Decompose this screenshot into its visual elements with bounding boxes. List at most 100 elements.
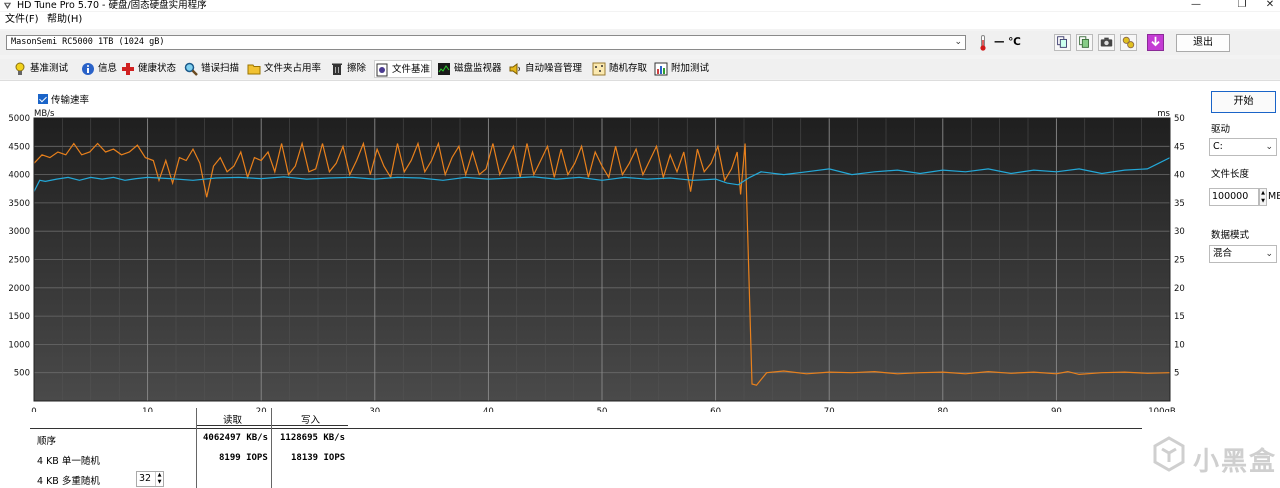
speaker-icon xyxy=(509,63,520,75)
tab-label: 附加测试 xyxy=(671,63,710,74)
y2-tick-label: 25 xyxy=(1174,256,1185,266)
tab-label: 擦除 xyxy=(347,63,367,74)
transfer-rate-label: 传输速率 xyxy=(51,95,90,106)
tab-trash[interactable]: 擦除 xyxy=(330,60,370,78)
tab-label: 文件基准 xyxy=(392,64,431,75)
tab-random-access[interactable]: 随机存取 xyxy=(592,60,650,78)
queue-depth-stepper[interactable]: 32 ▲ ▼ xyxy=(136,471,164,487)
data-mode-dropdown[interactable]: 混合 ⌄ xyxy=(1209,245,1277,263)
tab-speaker[interactable]: 自动噪音管理 xyxy=(508,60,588,78)
tab-monitor[interactable]: 磁盘监视器 xyxy=(437,60,503,78)
transfer-rate-checkbox[interactable] xyxy=(38,94,48,104)
y2-tick-label: 5 xyxy=(1174,369,1179,379)
4kb-single-read-value: 8199 IOPS xyxy=(219,453,268,463)
extra-tests-icon xyxy=(654,62,668,76)
tab-extra-tests[interactable]: 附加测试 xyxy=(654,60,714,78)
tab-label: 健康状态 xyxy=(138,63,177,74)
tab-label: 自动噪音管理 xyxy=(525,63,583,74)
title-bar: HD Tune Pro 5.70 - 硬盘/固态硬盘实用程序 — ❐ ✕ xyxy=(0,0,1280,11)
screenshot-camera-icon[interactable] xyxy=(1098,34,1115,51)
y2-tick-label: 30 xyxy=(1174,227,1185,237)
results-table: 读取 写入 顺序 4062497 KB/s 1128695 KB/s 4 KB … xyxy=(0,408,1280,488)
column-divider xyxy=(271,408,272,488)
y-tick-label: 3500 xyxy=(8,199,30,209)
sequential-read-value: 4062497 KB/s xyxy=(203,433,269,443)
tab-label: 文件夹占用率 xyxy=(264,63,322,74)
random-access-icon xyxy=(592,62,606,76)
tab-magnifier[interactable]: 错误扫描 xyxy=(184,60,242,78)
row-label-4kb-multi: 4 KB 多重随机 xyxy=(37,476,100,487)
y-tick-label: 5000 xyxy=(8,114,30,124)
file-length-input[interactable]: 100000 xyxy=(1209,188,1259,206)
magnifier-icon xyxy=(184,62,198,76)
minimize-button[interactable]: — xyxy=(1176,0,1216,11)
benchmark-panel: 传输速率 500 1000 1500 2000 2500 3000 3500 4000 4500… xyxy=(0,80,1280,488)
y-tick-label: 2500 xyxy=(8,256,30,266)
tab-label: 信息 xyxy=(98,63,118,74)
y2-tick-label: 35 xyxy=(1174,199,1185,209)
y2-tick-label: 10 xyxy=(1174,340,1185,350)
queue-depth-spin[interactable]: ▲ ▼ xyxy=(155,472,163,486)
column-divider xyxy=(196,408,197,488)
tab-label: 错误扫描 xyxy=(201,63,240,74)
tab-health-cross[interactable]: 健康状态 xyxy=(121,60,179,78)
tab-info[interactable]: 信息 xyxy=(81,60,117,78)
file-length-stepper[interactable]: ▲ ▼ xyxy=(1259,188,1267,206)
tab-bar: 基准测试 信息 健康状态 错误扫描 文件夹占用率 擦除 文件基准 磁盘监视器 自动噪音管理 随机存… xyxy=(0,59,1280,79)
file-length-label: 文件长度 xyxy=(1211,169,1250,180)
watermark-logo xyxy=(1153,436,1185,472)
y-tick-label: 1000 xyxy=(8,340,30,350)
copy-all-icon[interactable] xyxy=(1076,34,1093,51)
y2-tick-label: 50 xyxy=(1174,114,1185,124)
close-button[interactable]: ✕ xyxy=(1250,0,1280,11)
tab-label: 随机存取 xyxy=(609,63,648,74)
queue-depth-value: 32 xyxy=(139,473,152,484)
read-column-header: 读取 xyxy=(223,415,243,426)
header-divider xyxy=(196,425,348,426)
watermark-text: 小黑盒 xyxy=(1193,447,1278,477)
y2-tick-label: 45 xyxy=(1174,142,1185,152)
data-mode-label: 数据模式 xyxy=(1211,230,1250,241)
benchmark-chart: 500 1000 1500 2000 2500 3000 3500 4000 4500 5000 5… xyxy=(8,109,1185,412)
copy-info-icon[interactable] xyxy=(1054,34,1071,51)
menu-bar: 文件(F) 帮助(H) xyxy=(0,12,1280,29)
trash-icon xyxy=(332,63,342,75)
y-tick-label: 4500 xyxy=(8,142,30,152)
y2-tick-label: 15 xyxy=(1174,312,1185,322)
exit-button[interactable]: 退出 xyxy=(1176,34,1230,52)
y-tick-label: 3000 xyxy=(8,227,30,237)
folder-icon xyxy=(247,64,261,75)
y2-tick-label: 20 xyxy=(1174,284,1185,294)
health-cross-icon xyxy=(122,63,134,75)
chevron-down-icon: ⌄ xyxy=(1265,249,1273,259)
row-label-4kb-single: 4 KB 单一随机 xyxy=(37,456,100,467)
menu-help[interactable]: 帮助(H) xyxy=(47,14,82,26)
chevron-down-icon: ⌄ xyxy=(1265,142,1273,152)
info-icon xyxy=(82,63,94,75)
menu-file[interactable]: 文件(F) xyxy=(5,14,39,26)
tab-label: 基准测试 xyxy=(30,63,69,74)
tab-folder[interactable]: 文件夹占用率 xyxy=(247,60,325,78)
tab-label: 磁盘监视器 xyxy=(454,63,502,74)
bulb-icon xyxy=(15,62,25,75)
app-icon xyxy=(3,2,12,10)
window-title: HD Tune Pro 5.70 - 硬盘/固态硬盘实用程序 xyxy=(17,0,207,11)
start-button[interactable]: 开始 xyxy=(1211,91,1276,113)
save-download-icon[interactable] xyxy=(1147,34,1164,51)
data-mode-dropdown-value: 混合 xyxy=(1213,248,1233,259)
row-label-sequential: 顺序 xyxy=(37,436,57,447)
drive-label: 驱动 xyxy=(1211,124,1231,135)
drive-select[interactable]: MasonSemi RC5000 1TB (1024 gB) ⌄ xyxy=(6,35,966,50)
monitor-icon xyxy=(438,63,450,75)
sequential-write-value: 1128695 KB/s xyxy=(280,433,346,443)
tab-bulb[interactable]: 基准测试 xyxy=(13,60,73,78)
y-tick-label: 4000 xyxy=(8,171,30,181)
tab-file-benchmark[interactable]: 文件基准 xyxy=(374,60,432,78)
y-tick-label: 1500 xyxy=(8,312,30,322)
drive-dropdown[interactable]: C: ⌄ xyxy=(1209,138,1277,156)
write-column-header: 写入 xyxy=(301,415,321,426)
temperature-readout: — ℃ xyxy=(994,36,1021,48)
4kb-single-write-value: 18139 IOPS xyxy=(291,453,346,463)
y-tick-label: 500 xyxy=(14,369,30,379)
options-tools-icon[interactable] xyxy=(1120,34,1137,51)
